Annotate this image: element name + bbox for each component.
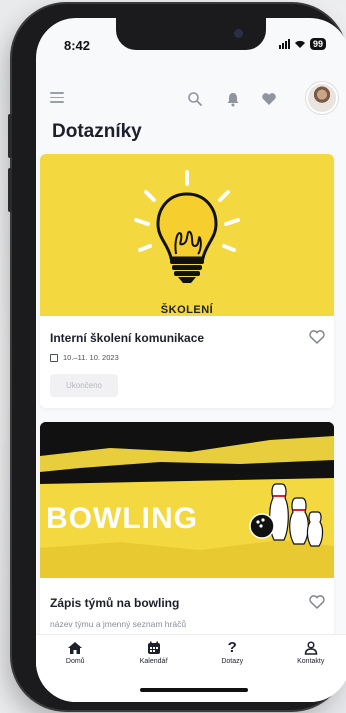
tab-label: Domů bbox=[65, 658, 85, 665]
search-icon[interactable] bbox=[186, 90, 204, 108]
battery-level: 99 bbox=[309, 38, 326, 50]
signal-icon bbox=[278, 39, 290, 49]
app-bar bbox=[36, 76, 346, 126]
bell-icon[interactable] bbox=[224, 90, 242, 108]
calendar-icon bbox=[50, 353, 58, 362]
volume-button bbox=[8, 114, 12, 158]
heart-icon[interactable] bbox=[260, 90, 278, 108]
home-icon bbox=[68, 642, 83, 654]
tab-home[interactable]: Domů bbox=[40, 641, 110, 702]
tab-questions[interactable]: ? Dotazy bbox=[197, 639, 267, 702]
camera bbox=[234, 29, 243, 38]
survey-card[interactable]: BOWLING Zápis týmů na bowling název týmu… bbox=[40, 422, 334, 642]
bowling-banner bbox=[40, 422, 334, 578]
card-image: BOWLING bbox=[40, 422, 334, 578]
card-date-text: 10.–11. 10. 2023 bbox=[63, 353, 119, 362]
wifi-icon bbox=[294, 40, 305, 48]
tab-label: Dotazy bbox=[221, 658, 244, 665]
notch bbox=[116, 18, 266, 50]
card-image: ŠKOLENÍ bbox=[40, 154, 334, 316]
heart-outline-icon[interactable] bbox=[308, 594, 326, 610]
lightbulb-icon bbox=[134, 170, 240, 283]
card-title: Zápis týmů na bowling bbox=[50, 596, 180, 610]
user-icon bbox=[304, 641, 318, 655]
app-screen: 8:42 99 Dotazníky ŠKOLENÍ Interní školen… bbox=[36, 18, 346, 702]
question-icon: ? bbox=[227, 639, 237, 656]
status-icons: 99 bbox=[278, 38, 326, 50]
card-title: Interní školení komunikace bbox=[50, 331, 205, 345]
tab-contacts[interactable]: Kontakty bbox=[276, 641, 346, 702]
survey-card[interactable]: ŠKOLENÍ Interní školení komunikace 10.–1… bbox=[40, 154, 334, 408]
calendar-icon bbox=[147, 641, 160, 654]
tab-label: Kontakty bbox=[297, 658, 325, 665]
avatar[interactable] bbox=[308, 84, 336, 112]
card-image-label: BOWLING bbox=[46, 502, 198, 535]
tab-calendar[interactable]: Kalendář bbox=[119, 641, 189, 702]
heart-outline-icon[interactable] bbox=[308, 329, 326, 345]
card-subtitle: název týmu a jmenný seznam hráčů bbox=[50, 619, 187, 629]
page-title: Dotazníky bbox=[52, 121, 142, 142]
status-badge: Ukončeno bbox=[50, 374, 118, 397]
home-indicator bbox=[140, 688, 248, 692]
tab-label: Kalendář bbox=[139, 658, 168, 665]
volume-button bbox=[8, 168, 12, 212]
card-date: 10.–11. 10. 2023 bbox=[50, 353, 119, 362]
card-image-label: ŠKOLENÍ bbox=[160, 304, 214, 316]
status-time: 8:42 bbox=[64, 38, 91, 53]
hamburger-icon[interactable] bbox=[50, 92, 64, 104]
